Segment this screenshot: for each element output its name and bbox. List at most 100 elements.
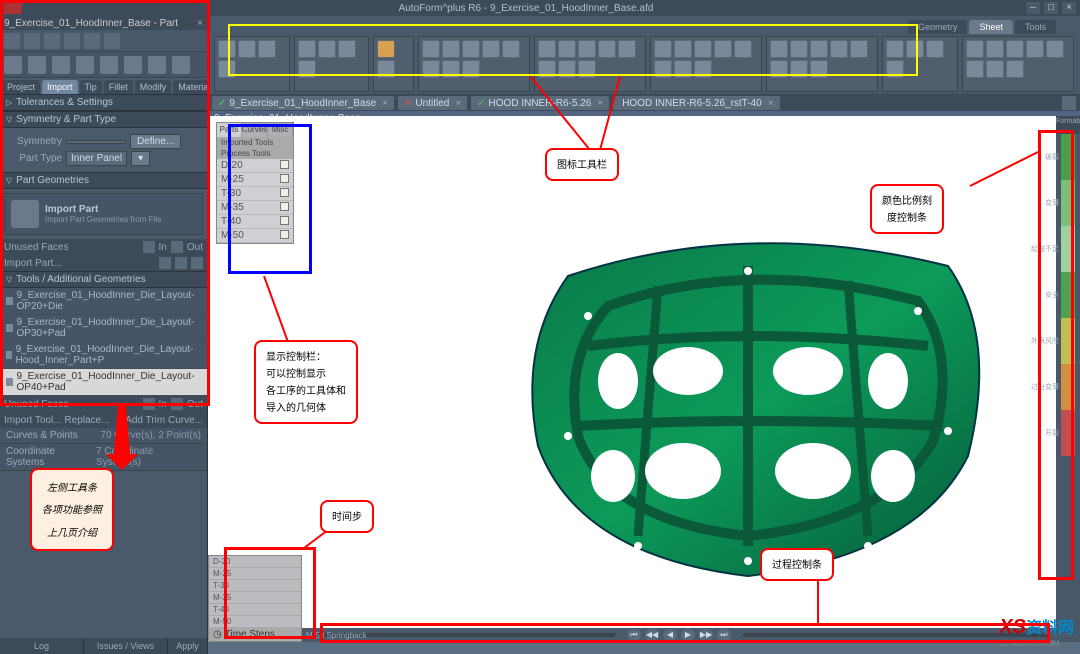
checkbox-icon[interactable] [280,174,289,183]
pen-icon[interactable] [143,241,155,253]
import-part-card[interactable]: Import Part Import Part Geometries from … [4,193,203,235]
tb-icon[interactable] [886,40,904,58]
disp-row[interactable]: T-30 [217,187,293,201]
import-part-strip[interactable]: Import Part... [0,255,207,271]
ts-row[interactable]: T-40 [209,604,301,616]
tb-icon[interactable] [790,40,808,58]
tb-icon[interactable] [618,40,636,58]
tb-icon[interactable] [462,60,480,78]
rb-icon-3[interactable] [52,56,70,74]
tb-icon[interactable] [502,40,520,58]
pen-icon-2[interactable] [143,398,155,410]
qa-help-icon[interactable] [104,33,120,49]
tools-geo-header[interactable]: ▽Tools / Additional Geometries [0,271,207,288]
tb-icon[interactable] [298,60,316,78]
tb-icon[interactable] [886,60,904,78]
qa-undo-icon[interactable] [64,33,80,49]
tb-icon[interactable] [654,40,672,58]
tb-icon[interactable] [734,40,752,58]
qa-redo-icon[interactable] [84,33,100,49]
tree-item[interactable]: 9_Exercise_01_HoodInner_Die_Layout-OP20+… [0,288,207,315]
disp-row[interactable]: D-20 [217,159,293,173]
tb-icon[interactable] [218,60,236,78]
tb-icon[interactable] [422,60,440,78]
tree-item[interactable]: 9_Exercise_01_HoodInner_Die_Layout-OP30+… [0,315,207,342]
rb-icon-4[interactable] [76,56,94,74]
tb-icon[interactable] [338,40,356,58]
cb-seg[interactable]: 破裂 [1061,134,1075,180]
tb-icon[interactable] [790,60,808,78]
cb-seg[interactable]: 起皱不足 [1061,226,1075,272]
tb-icon[interactable] [442,60,460,78]
tb-icon[interactable] [218,40,236,58]
ts-header[interactable]: ◷Time Steps [209,628,301,641]
tb-icon[interactable] [558,40,576,58]
tab-close-icon[interactable]: × [455,98,461,109]
checkbox-icon[interactable] [280,188,289,197]
play-prev-button[interactable]: ◀ [663,629,677,641]
apply-button[interactable]: Apply [168,638,208,654]
tb-icon[interactable] [298,40,316,58]
tab-modify[interactable]: Modify [135,80,172,94]
tb-icon[interactable] [377,40,395,58]
tb-icon[interactable] [850,40,868,58]
maintab-geometry[interactable]: Geometry [908,20,968,34]
geometries-header[interactable]: ▽Part Geometries [0,172,207,189]
parttype-dropdown-icon[interactable]: ▾ [131,151,150,166]
parttype-value[interactable]: Inner Panel [66,151,127,166]
symmetry-value[interactable] [66,140,126,144]
qa-new-icon[interactable] [4,33,20,49]
tb-icon[interactable] [986,60,1004,78]
tab-close-icon[interactable]: × [382,98,388,109]
tb-icon[interactable] [674,40,692,58]
tb-icon[interactable] [462,40,480,58]
rb-icon-7[interactable] [148,56,166,74]
symmetry-define-button[interactable]: Define... [130,134,181,149]
tab-import[interactable]: Import [42,80,78,94]
file-tab[interactable]: ✕Untitled× [398,96,467,110]
disp-row[interactable]: M-35 [217,201,293,215]
home-icon[interactable] [1062,96,1076,110]
play-rewind-button[interactable]: ◀◀ [645,629,659,641]
strip-ic3[interactable] [191,257,203,269]
tb-icon[interactable] [830,40,848,58]
cb-seg[interactable]: 外表风险 [1061,318,1075,364]
rb-icon-2[interactable] [28,56,46,74]
ts-row[interactable]: T-30 [209,580,301,592]
qa-save-icon[interactable] [44,33,60,49]
tb-icon[interactable] [654,60,672,78]
tb-icon[interactable] [1006,40,1024,58]
checkbox-icon[interactable] [280,216,289,225]
tb-icon[interactable] [1046,40,1064,58]
checkbox-icon[interactable] [280,230,289,239]
ts-row[interactable]: D-20 [209,556,301,568]
tb-icon[interactable] [482,40,500,58]
tb-icon[interactable] [578,40,596,58]
rb-icon-8[interactable] [172,56,190,74]
tb-icon[interactable] [986,40,1004,58]
tab-close-icon[interactable]: × [768,98,774,109]
tb-icon[interactable] [422,40,440,58]
play-first-button[interactable]: ⏮ [627,629,641,641]
tb-icon[interactable] [770,60,788,78]
out-icon-2[interactable] [171,398,183,410]
disp-tab-parts[interactable]: Parts [217,123,242,137]
cb-seg[interactable]: 安全 [1061,272,1075,318]
disp-row[interactable]: M-50 [217,229,293,243]
tb-icon[interactable] [377,60,395,78]
issues-tab[interactable]: Issues / Views [84,638,168,654]
tb-icon[interactable] [810,60,828,78]
disp-row[interactable]: M-25 [217,173,293,187]
maximize-button[interactable]: □ [1044,2,1058,14]
rb-icon-1[interactable] [4,56,22,74]
tb-icon[interactable] [318,40,336,58]
tolerances-header[interactable]: ▷Tolerances & Settings [0,94,207,111]
tb-icon[interactable] [810,40,828,58]
tree-item[interactable]: 9_Exercise_01_HoodInner_Die_Layout-Hood_… [0,342,207,369]
qa-open-icon[interactable] [24,33,40,49]
play-play-button[interactable]: ▶ [681,629,695,641]
strip-ic2[interactable] [175,257,187,269]
file-tab[interactable]: ✓9_Exercise_01_HoodInner_Base× [212,96,394,110]
log-tab[interactable]: Log [0,638,84,654]
close-button[interactable]: × [1062,2,1076,14]
